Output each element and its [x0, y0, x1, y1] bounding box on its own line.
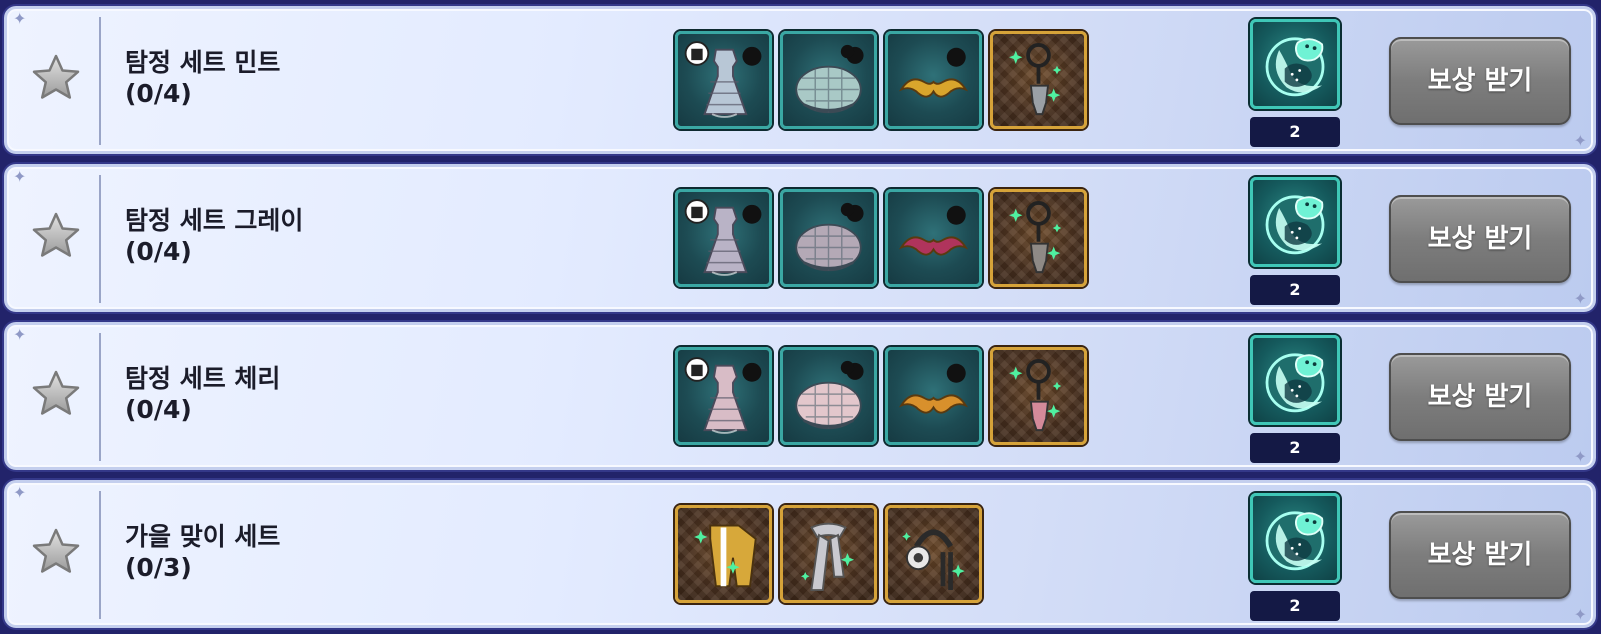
star-icon	[32, 528, 80, 573]
reward-count: 2	[1250, 591, 1340, 621]
set-title: 탐정 세트 체리	[125, 364, 281, 393]
set-item-slot[interactable]	[885, 347, 982, 445]
reward-item[interactable]	[1250, 177, 1340, 267]
set-row: ✦ ✦ 탐정 세트 그레이 (0/4) 2 보상 받기	[4, 164, 1596, 312]
claim-reward-button[interactable]: 보상 받기	[1389, 353, 1571, 441]
set-progress: (0/4)	[125, 79, 192, 108]
dress-icon	[684, 199, 762, 276]
set-progress: (0/4)	[125, 395, 192, 424]
set-items	[675, 31, 1087, 129]
star-icon	[32, 370, 80, 415]
set-items	[675, 189, 1087, 287]
set-reward-list: ✦ ✦ 탐정 세트 민트 (0/4) 2 보상 받기 ✦ ✦ 탐정 세트 그레이…	[0, 0, 1601, 634]
reward: 2	[1250, 493, 1340, 621]
reward-count: 2	[1250, 433, 1340, 463]
set-row: ✦ ✦ 탐정 세트 민트 (0/4) 2 보상 받기	[4, 6, 1596, 154]
dress-icon	[684, 357, 762, 434]
set-item-slot[interactable]	[675, 347, 772, 445]
beret-icon	[795, 360, 864, 430]
set-title: 탐정 세트 그레이	[125, 206, 304, 235]
moon-creature-icon	[1265, 37, 1325, 97]
set-item-slot[interactable]	[675, 505, 772, 603]
reward-count: 2	[1250, 117, 1340, 147]
sparkle-decoration-icon: ✦	[1573, 447, 1587, 466]
mustache-icon	[898, 363, 969, 414]
star-icon	[32, 54, 80, 99]
moon-creature-icon	[1265, 511, 1325, 571]
magnifier-charm-icon	[1009, 201, 1062, 274]
earmuff-icon	[902, 529, 965, 591]
sparkle-decoration-icon: ✦	[1573, 605, 1587, 624]
set-item-slot[interactable]	[780, 189, 877, 287]
jacket-icon	[694, 524, 757, 588]
set-item-slot[interactable]	[990, 31, 1087, 129]
claim-reward-button[interactable]: 보상 받기	[1389, 37, 1571, 125]
set-row: ✦ ✦ 탐정 세트 체리 (0/4) 2 보상 받기	[4, 322, 1596, 470]
set-info: 탐정 세트 그레이 (0/4)	[125, 205, 625, 267]
moon-creature-icon	[1265, 195, 1325, 255]
set-item-slot[interactable]	[675, 31, 772, 129]
set-item-slot[interactable]	[885, 189, 982, 287]
set-item-slot[interactable]	[885, 505, 982, 603]
reward: 2	[1250, 335, 1340, 463]
beret-icon	[795, 202, 864, 272]
magnifier-charm-icon	[1009, 43, 1062, 116]
set-item-slot[interactable]	[990, 347, 1087, 445]
reward-item[interactable]	[1250, 19, 1340, 109]
set-items	[675, 347, 1087, 445]
reward: 2	[1250, 19, 1340, 147]
sparkle-decoration-icon: ✦	[13, 9, 27, 28]
row-divider	[99, 175, 101, 303]
set-item-slot[interactable]	[885, 31, 982, 129]
set-info: 가을 맞이 세트 (0/3)	[125, 521, 625, 583]
set-progress: (0/4)	[125, 237, 192, 266]
star-icon	[32, 212, 80, 257]
set-item-slot[interactable]	[780, 347, 877, 445]
set-items	[675, 505, 982, 603]
set-item-slot[interactable]	[780, 31, 877, 129]
reward: 2	[1250, 177, 1340, 305]
row-divider	[99, 333, 101, 461]
set-title: 가을 맞이 세트	[125, 522, 281, 551]
set-item-slot[interactable]	[780, 505, 877, 603]
set-info: 탐정 세트 민트 (0/4)	[125, 47, 625, 109]
set-info: 탐정 세트 체리 (0/4)	[125, 363, 625, 425]
sparkle-decoration-icon: ✦	[13, 167, 27, 186]
reward-item[interactable]	[1250, 493, 1340, 583]
row-divider	[99, 491, 101, 619]
magnifier-charm-icon	[1009, 359, 1062, 432]
sparkle-decoration-icon: ✦	[1573, 131, 1587, 150]
set-item-slot[interactable]	[675, 189, 772, 287]
reward-item[interactable]	[1250, 335, 1340, 425]
set-row: ✦ ✦ 가을 맞이 세트 (0/3) 2 보상 받기	[4, 480, 1596, 628]
set-progress: (0/3)	[125, 553, 192, 582]
set-title: 탐정 세트 민트	[125, 48, 281, 77]
dress-icon	[684, 41, 762, 118]
beret-icon	[795, 44, 864, 114]
mustache-icon	[898, 205, 969, 256]
row-divider	[99, 17, 101, 145]
sparkle-decoration-icon: ✦	[13, 325, 27, 344]
sparkle-decoration-icon: ✦	[13, 483, 27, 502]
reward-count: 2	[1250, 275, 1340, 305]
claim-reward-button[interactable]: 보상 받기	[1389, 195, 1571, 283]
moon-creature-icon	[1265, 353, 1325, 413]
set-item-slot[interactable]	[990, 189, 1087, 287]
mustache-icon	[898, 47, 969, 98]
sparkle-decoration-icon: ✦	[1573, 289, 1587, 308]
scarf-icon	[801, 522, 855, 591]
claim-reward-button[interactable]: 보상 받기	[1389, 511, 1571, 599]
